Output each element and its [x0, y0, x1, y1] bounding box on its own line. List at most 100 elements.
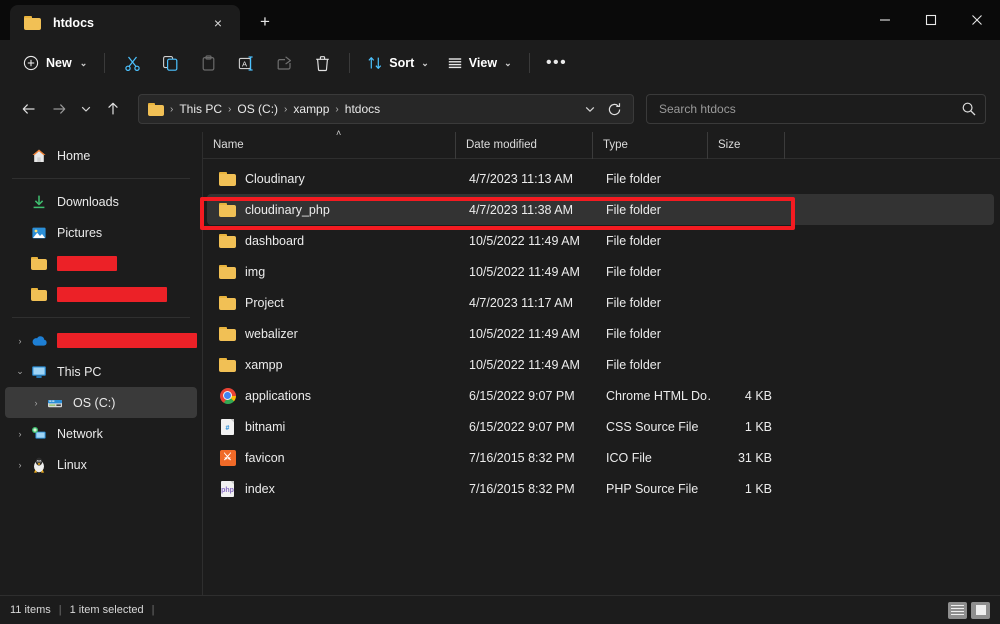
sidebar-item-pictures[interactable]: › Pictures	[5, 217, 197, 248]
close-icon[interactable]	[954, 0, 1000, 40]
chevron-down-icon: ⌄	[79, 57, 88, 68]
sidebar-item-downloads[interactable]: › Downloads	[5, 186, 197, 217]
chrome-icon	[219, 387, 236, 404]
date-modified-cell: 7/16/2015 8:32 PM	[469, 481, 575, 496]
breadcrumb-item-xampp[interactable]: xampp	[289, 100, 333, 118]
file-name-cell: webalizer	[207, 325, 459, 342]
column-header-size[interactable]: Size	[707, 131, 784, 159]
paste-icon	[202, 54, 215, 71]
chevron-right-icon[interactable]: ›	[27, 398, 45, 408]
navigation-pane: › Home ›	[0, 132, 203, 595]
sort-button-label: Sort	[389, 56, 415, 70]
table-row[interactable]: Cloudinary 4/7/2023 11:13 AM File folder	[207, 163, 994, 194]
folder-icon	[29, 288, 49, 301]
table-row[interactable]: ⚔ favicon 7/16/2015 8:32 PM ICO File 31 …	[207, 442, 994, 473]
table-row[interactable]: cloudinary_php 4/7/2023 11:38 AM File fo…	[207, 194, 994, 225]
file-name: Project	[245, 295, 284, 310]
table-row[interactable]: xampp 10/5/2022 11:49 AM File folder	[207, 349, 994, 380]
forward-button[interactable]	[44, 94, 74, 124]
chevron-right-icon[interactable]: ›	[11, 460, 29, 470]
chevron-right-icon[interactable]: ›	[11, 429, 29, 439]
date-modified-cell: 10/5/2022 11:49 AM	[469, 264, 580, 279]
folder-icon	[219, 232, 236, 249]
search-box[interactable]	[646, 94, 986, 124]
file-name: webalizer	[245, 326, 298, 341]
column-header-name[interactable]: Name ˄	[203, 128, 455, 159]
copy-button[interactable]	[151, 47, 189, 79]
delete-button[interactable]	[303, 47, 341, 79]
svg-text:A: A	[242, 59, 248, 68]
close-tab-icon[interactable]: ×	[206, 11, 230, 35]
toolbar-divider	[104, 53, 106, 73]
breadcrumb-item-this-pc[interactable]: This PC	[175, 100, 226, 118]
sidebar-item-onedrive[interactable]: ›	[5, 325, 197, 356]
search-icon[interactable]	[961, 101, 977, 117]
share-icon	[277, 55, 291, 70]
file-rows: Cloudinary 4/7/2023 11:13 AM File folder…	[203, 159, 1000, 595]
breadcrumb-bar[interactable]: › This PC › OS (C:) › xampp › htdocs	[138, 94, 634, 124]
new-tab-icon[interactable]: +	[248, 5, 282, 39]
breadcrumb-item-os-c[interactable]: OS (C:)	[233, 100, 282, 118]
rename-icon: A	[238, 55, 253, 71]
column-header-date-modified[interactable]: Date modified	[455, 131, 592, 159]
ellipsis-icon: •••	[545, 54, 568, 71]
table-row[interactable]: dashboard 10/5/2022 11:49 AM File folder	[207, 225, 994, 256]
column-header-type[interactable]: Type	[592, 131, 707, 159]
sidebar-item-linux[interactable]: › Linux	[5, 449, 197, 480]
chevron-down-icon[interactable]: ⌄	[11, 366, 29, 377]
redacted-label	[57, 256, 117, 271]
status-separator: |	[151, 604, 155, 616]
file-name-cell: dashboard	[207, 232, 459, 249]
view-button[interactable]: View ⌄	[438, 47, 521, 79]
rename-button[interactable]: A	[227, 47, 265, 79]
sidebar-item-label: Pictures	[57, 225, 103, 240]
breadcrumb-dropdown-icon[interactable]	[579, 97, 601, 121]
onedrive-icon	[29, 334, 49, 347]
search-input[interactable]	[659, 102, 961, 116]
sidebar-item-this-pc[interactable]: ⌄ This PC	[5, 356, 197, 387]
recent-locations-button[interactable]	[74, 94, 98, 124]
table-row[interactable]: img 10/5/2022 11:49 AM File folder	[207, 256, 994, 287]
chevron-placeholder: ›	[11, 197, 29, 207]
folder-icon	[219, 325, 236, 342]
file-name: favicon	[245, 450, 285, 465]
type-cell: File folder	[606, 326, 661, 341]
refresh-button[interactable]	[601, 96, 627, 122]
tab-htdocs[interactable]: htdocs ×	[10, 5, 240, 40]
chevron-right-icon[interactable]: ›	[11, 336, 29, 346]
table-row[interactable]: php index 7/16/2015 8:32 PM PHP Source F…	[207, 473, 994, 504]
sidebar-item-label: Linux	[57, 457, 87, 472]
table-row[interactable]: webalizer 10/5/2022 11:49 AM File folder	[207, 318, 994, 349]
copy-icon	[162, 55, 178, 71]
up-button[interactable]	[98, 94, 128, 124]
sidebar-item-redacted-folder-2[interactable]: ›	[5, 279, 197, 310]
sort-ascending-icon: ˄	[336, 127, 342, 138]
sidebar-item-network[interactable]: › Network	[5, 418, 197, 449]
new-button[interactable]: New ⌄	[14, 47, 96, 79]
table-row[interactable]: Project 4/7/2023 11:17 AM File folder	[207, 287, 994, 318]
table-row[interactable]: # bitnami 6/15/2022 9:07 PM CSS Source F…	[207, 411, 994, 442]
table-row[interactable]: applications 6/15/2022 9:07 PM Chrome HT…	[207, 380, 994, 411]
maximize-icon[interactable]	[908, 0, 954, 40]
sidebar-item-home[interactable]: › Home	[5, 140, 197, 171]
back-button[interactable]	[14, 94, 44, 124]
sort-button[interactable]: Sort ⌄	[358, 47, 438, 79]
size-cell: 1 KB	[744, 481, 772, 496]
plus-circle-icon	[23, 55, 39, 71]
sidebar-item-redacted-folder-1[interactable]: ›	[5, 248, 197, 279]
file-name-cell: applications	[207, 387, 459, 404]
title-bar: htdocs × +	[0, 0, 1000, 40]
file-name: img	[245, 264, 266, 279]
cut-button[interactable]	[113, 47, 151, 79]
large-icons-view-button[interactable]	[971, 601, 990, 619]
sort-icon	[368, 57, 382, 69]
paste-button[interactable]	[189, 47, 227, 79]
see-more-button[interactable]: •••	[538, 47, 576, 79]
details-view-button[interactable]	[948, 601, 967, 619]
minimize-icon[interactable]	[862, 0, 908, 40]
file-name-cell: cloudinary_php	[207, 201, 459, 218]
sidebar-item-os-c[interactable]: › OS (C:)	[5, 387, 197, 418]
sidebar-divider-2	[12, 317, 190, 318]
share-button[interactable]	[265, 47, 303, 79]
breadcrumb-item-htdocs[interactable]: htdocs	[341, 100, 384, 118]
